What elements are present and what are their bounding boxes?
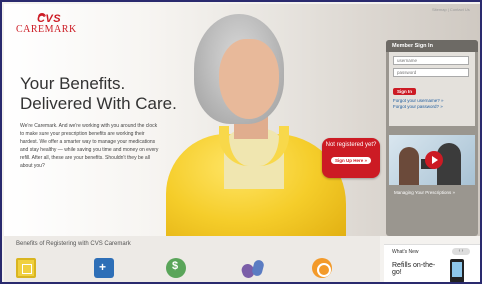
hero-intro-text: We're Caremark. And we're working with y… <box>20 123 159 169</box>
not-registered-callout: Not registered yet? Sign Up Here » <box>322 138 380 178</box>
video-thumbnail[interactable] <box>389 135 475 185</box>
sign-in-form: Sign In Forgot your username? » Forgot y… <box>389 52 475 126</box>
capsule-shape <box>251 258 265 278</box>
benefits-strip: Benefits of Registering with CVS Caremar… <box>4 236 380 282</box>
cvs-caremark-logo[interactable]: CVS CAREMARK <box>16 13 82 35</box>
play-icon[interactable] <box>425 151 443 169</box>
money-icon[interactable] <box>166 258 186 278</box>
video-caption-link[interactable]: Managing Your Prescriptions » <box>394 190 464 196</box>
heart-icon <box>38 13 46 17</box>
whats-new-title: What's New <box>392 249 419 255</box>
refills-headline[interactable]: Refills on-the-go! <box>392 262 438 276</box>
sign-in-title: Member Sign In <box>386 40 478 52</box>
sign-up-button[interactable]: Sign Up Here » <box>330 157 371 164</box>
logo-caremark-text: CAREMARK <box>16 24 77 35</box>
face-shape <box>219 39 279 119</box>
hero-photo-woman <box>164 14 364 244</box>
search-icon[interactable] <box>312 258 332 278</box>
document-icon[interactable] <box>16 258 36 278</box>
password-input[interactable] <box>393 68 469 77</box>
pill-capsule-icon[interactable] <box>239 258 266 280</box>
not-registered-text: Not registered yet? <box>325 142 377 148</box>
utility-links[interactable]: Sitemap | Contact Us <box>432 7 470 12</box>
member-sign-in-panel: Member Sign In Sign In Forgot your usern… <box>386 40 478 236</box>
medical-kit-icon[interactable] <box>94 258 114 278</box>
whats-new-panel: What's New ‹ › Refills on-the-go! <box>384 244 480 282</box>
logo-cvs-text: CVS <box>36 13 62 25</box>
smartphone-icon <box>450 259 464 282</box>
forgot-password-link[interactable]: Forgot your password? » <box>393 104 471 110</box>
person-silhouette <box>399 147 419 185</box>
benefits-title: Benefits of Registering with CVS Caremar… <box>16 241 131 247</box>
username-input[interactable] <box>393 56 469 65</box>
page: CVS CAREMARK Sitemap | Contact Us Your B… <box>0 0 482 284</box>
whats-new-pager[interactable]: ‹ › <box>452 248 470 255</box>
sign-in-button[interactable]: Sign In <box>393 88 416 95</box>
hero-banner: CVS CAREMARK Sitemap | Contact Us Your B… <box>4 4 480 244</box>
